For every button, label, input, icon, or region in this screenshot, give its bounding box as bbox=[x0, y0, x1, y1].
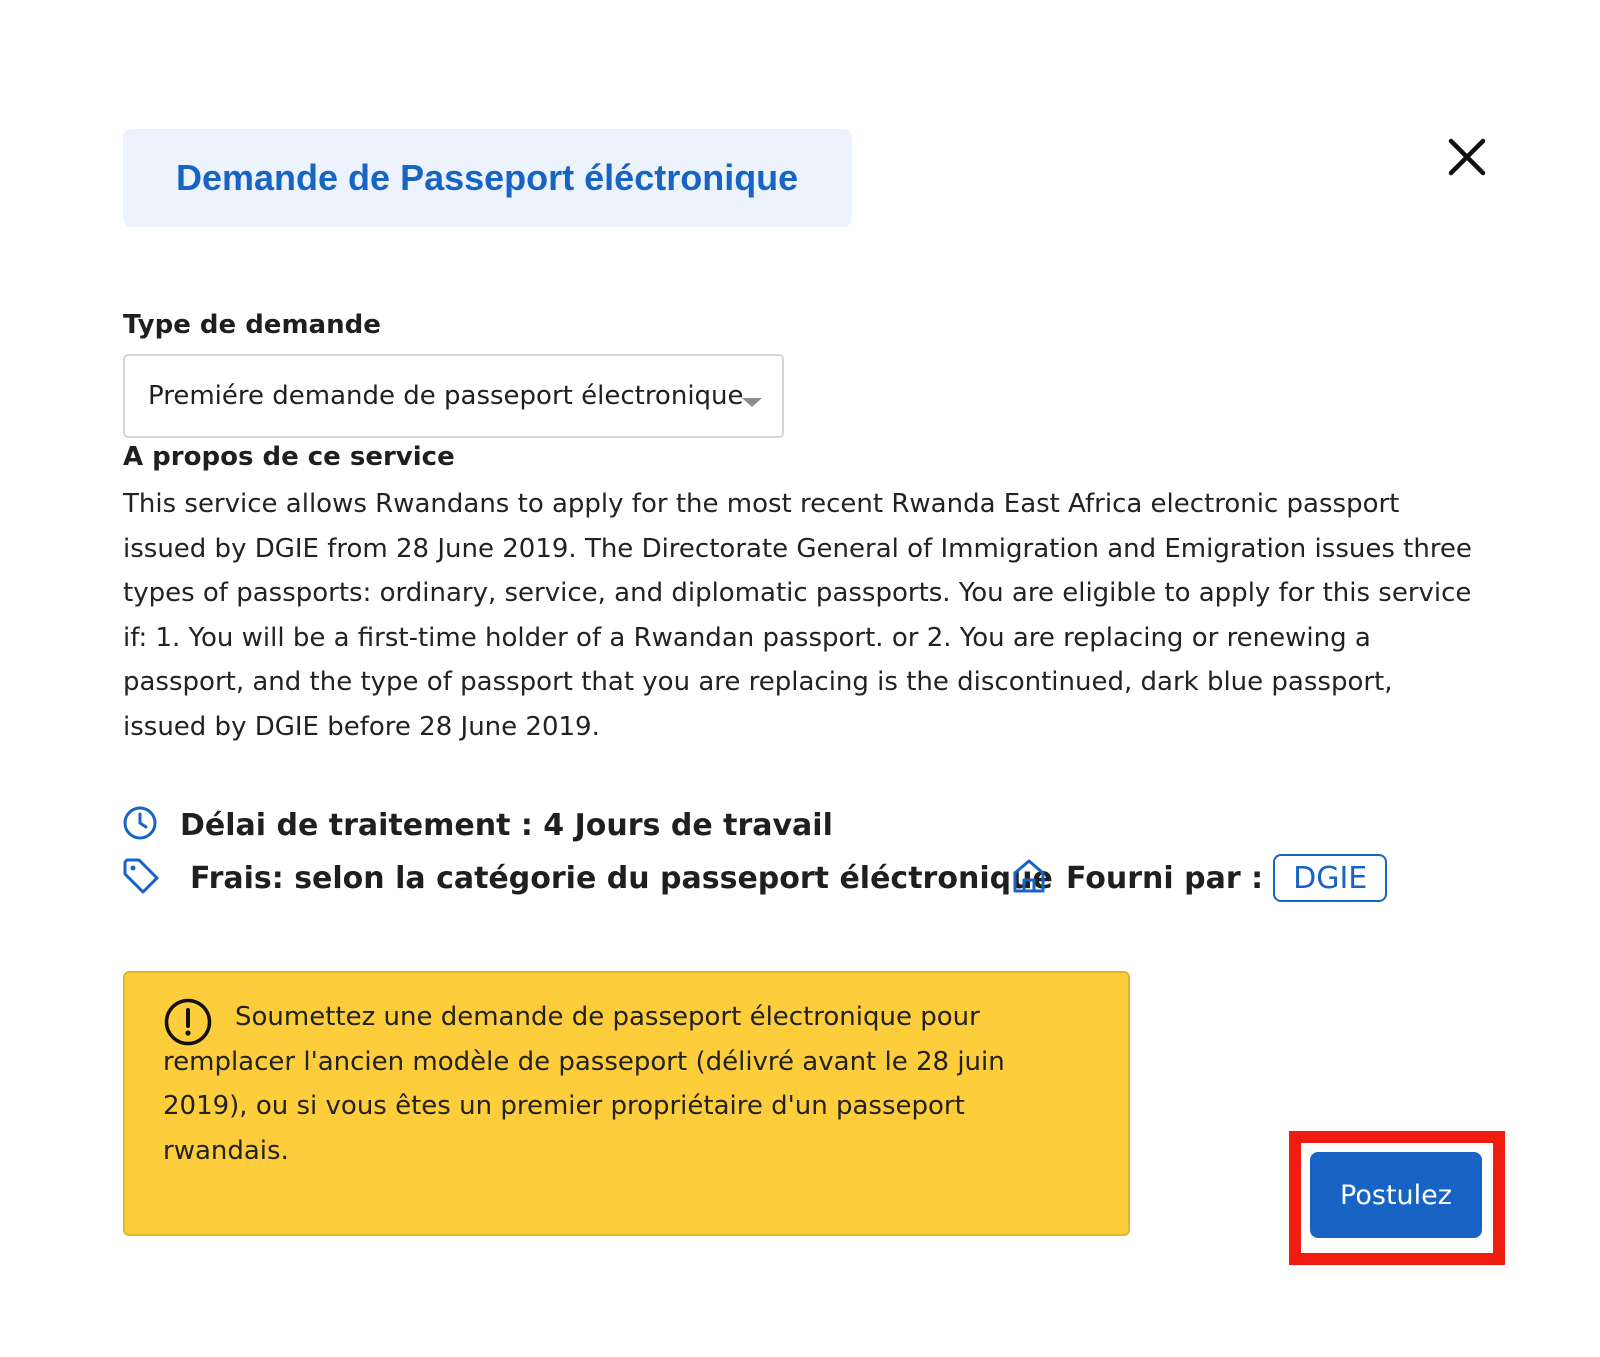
close-button[interactable] bbox=[1446, 136, 1488, 178]
home-icon bbox=[1012, 858, 1046, 898]
chevron-down-icon[interactable] bbox=[742, 398, 762, 407]
clock-icon bbox=[122, 805, 158, 845]
request-type-select[interactable]: Premiére demande de passeport électroniq… bbox=[123, 354, 784, 438]
service-modal: Demande de Passeport éléctronique Type d… bbox=[0, 0, 1600, 1357]
fees: Frais: selon la catégorie du passeport é… bbox=[122, 851, 1053, 905]
provider-badge[interactable]: DGIE bbox=[1273, 854, 1388, 902]
tag-icon bbox=[122, 857, 160, 899]
page-title: Demande de Passeport éléctronique bbox=[176, 157, 799, 198]
close-icon[interactable] bbox=[1446, 136, 1488, 178]
notice-box: Soumettez une demande de passeport élect… bbox=[123, 971, 1130, 1236]
request-type-value: Premiére demande de passeport électroniq… bbox=[148, 381, 744, 411]
processing-time-text: Délai de traitement : 4 Jours de travail bbox=[180, 807, 833, 843]
about-heading: A propos de ce service bbox=[123, 442, 455, 472]
notice-text: Soumettez une demande de passeport élect… bbox=[163, 1002, 1005, 1166]
provider: Fourni par : DGIE bbox=[1012, 851, 1388, 905]
provider-label: Fourni par : bbox=[1066, 860, 1264, 896]
about-description: This service allows Rwandans to apply fo… bbox=[123, 489, 1472, 742]
fees-text: Frais: selon la catégorie du passeport é… bbox=[190, 860, 1053, 896]
apply-button[interactable]: Postulez bbox=[1310, 1152, 1482, 1238]
title-banner: Demande de Passeport éléctronique bbox=[123, 129, 852, 227]
processing-time: Délai de traitement : 4 Jours de travail bbox=[122, 800, 833, 850]
request-type-label: Type de demande bbox=[123, 310, 381, 340]
